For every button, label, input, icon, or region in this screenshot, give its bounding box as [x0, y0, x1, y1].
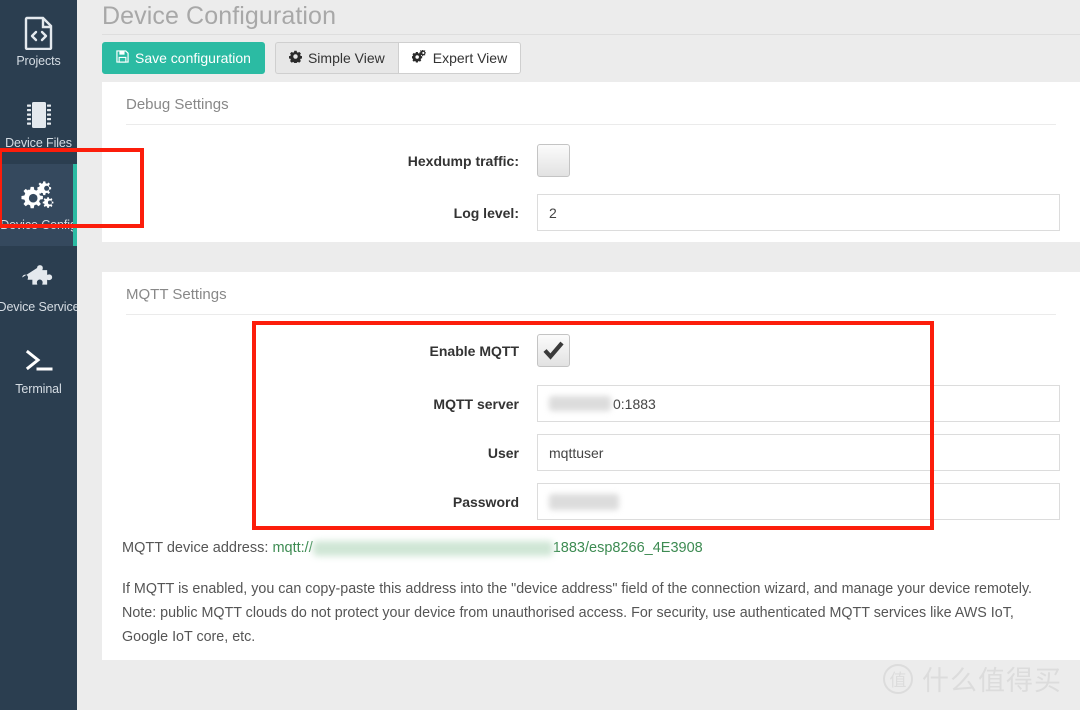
mqtt-note-line-1: If MQTT is enabled, you can copy-paste t…	[122, 581, 1033, 597]
redaction-block	[549, 493, 619, 510]
log-level-label: Log level:	[453, 204, 519, 221]
sidebar-item-label: Device Files	[5, 136, 72, 150]
mqtt-settings-panel: MQTT Settings Enable MQTT MQTT server 0:…	[102, 272, 1080, 660]
mqtt-password-label: Password	[452, 493, 519, 510]
gears-icon	[20, 178, 58, 216]
mqtt-device-address-suffix: 1883/esp8266_4E3908	[552, 540, 703, 556]
mqtt-device-address-scheme: mqtt://	[272, 540, 313, 556]
hexdump-traffic-checkbox[interactable]	[537, 144, 570, 177]
sidebar-item-device-service[interactable]: Device Service	[0, 246, 80, 328]
chip-icon	[22, 96, 56, 134]
sidebar-item-label: Projects	[16, 54, 61, 68]
watermark: 值 什么值得买	[883, 659, 1062, 698]
watermark-text: 什么值得买	[922, 666, 1062, 697]
sidebar-item-label: Device Service	[0, 300, 80, 314]
panel-divider	[126, 124, 1056, 125]
log-level-row: Log level: 2	[102, 194, 1080, 231]
save-configuration-button[interactable]: Save configuration	[102, 42, 265, 74]
mqtt-settings-title: MQTT Settings	[126, 286, 227, 303]
simple-view-label: Simple View	[307, 50, 385, 66]
sidebar-item-terminal[interactable]: Terminal	[0, 328, 77, 410]
sidebar-item-device-config[interactable]: Device Config	[0, 164, 77, 246]
floppy-disk-icon	[116, 50, 129, 66]
app-window: Projects Device Files Device Config Devi…	[0, 0, 1080, 710]
sidebar: Projects Device Files Device Config Devi…	[0, 0, 80, 710]
mqtt-password-input[interactable]	[537, 483, 1060, 520]
panel-divider	[126, 314, 1056, 315]
sidebar-item-label: Device Config	[0, 218, 77, 232]
save-configuration-label: Save configuration	[135, 50, 251, 66]
terminal-icon	[22, 342, 56, 380]
main-content: Device Configuration Save configuration	[77, 0, 1080, 710]
redaction-block	[312, 540, 553, 556]
log-level-input[interactable]: 2	[537, 194, 1060, 231]
redaction-block	[549, 396, 611, 411]
simple-view-button[interactable]: Simple View	[274, 42, 398, 74]
mqtt-device-address: MQTT device address: mqtt:// 1883/esp8266…	[122, 540, 703, 556]
debug-settings-panel: Debug Settings Hexdump traffic: Log leve…	[102, 82, 1080, 242]
mqtt-server-input[interactable]: 0:1883	[537, 385, 1060, 422]
mqtt-user-input[interactable]: mqttuser	[537, 434, 1060, 471]
sidebar-item-device-files[interactable]: Device Files	[0, 82, 77, 164]
sidebar-item-label: Terminal	[15, 382, 62, 396]
sidebar-item-projects[interactable]: Projects	[0, 0, 77, 82]
enable-mqtt-row: Enable MQTT	[102, 334, 1080, 367]
mqtt-server-value-suffix: 0:1883	[613, 395, 656, 412]
enable-mqtt-label: Enable MQTT	[429, 342, 519, 359]
toolbar: Save configuration Simple View Expert Vi…	[102, 42, 522, 74]
mqtt-device-address-prefix: MQTT device address:	[122, 540, 273, 556]
mqtt-server-label: MQTT server	[433, 395, 519, 412]
mqtt-note-line-3: Google IoT core, etc.	[122, 629, 256, 645]
page-title: Device Configuration	[102, 2, 337, 30]
title-divider	[102, 34, 1080, 35]
watermark-logo: 值	[883, 663, 913, 694]
enable-mqtt-checkbox[interactable]	[537, 334, 570, 367]
puzzle-piece-icon	[21, 260, 56, 298]
debug-settings-title: Debug Settings	[126, 96, 229, 113]
expert-view-label: Expert View	[432, 50, 508, 66]
mqtt-user-row: User mqttuser	[102, 434, 1080, 471]
code-file-icon	[24, 14, 54, 52]
hexdump-traffic-row: Hexdump traffic:	[102, 144, 1080, 177]
gears-icon	[411, 49, 427, 66]
hexdump-traffic-label: Hexdump traffic:	[407, 152, 519, 169]
mqtt-note-line-2: Note: public MQTT clouds do not protect …	[122, 605, 1014, 621]
expert-view-button[interactable]: Expert View	[397, 42, 522, 74]
check-mark-icon	[543, 341, 564, 360]
mqtt-notes: If MQTT is enabled, you can copy-paste t…	[122, 577, 1062, 649]
mqtt-server-row: MQTT server 0:1883	[102, 385, 1080, 422]
mqtt-password-row: Password	[102, 483, 1080, 520]
view-toggle-group: Simple View Expert View	[274, 42, 522, 74]
gear-icon	[288, 50, 302, 66]
mqtt-user-label: User	[487, 444, 519, 461]
